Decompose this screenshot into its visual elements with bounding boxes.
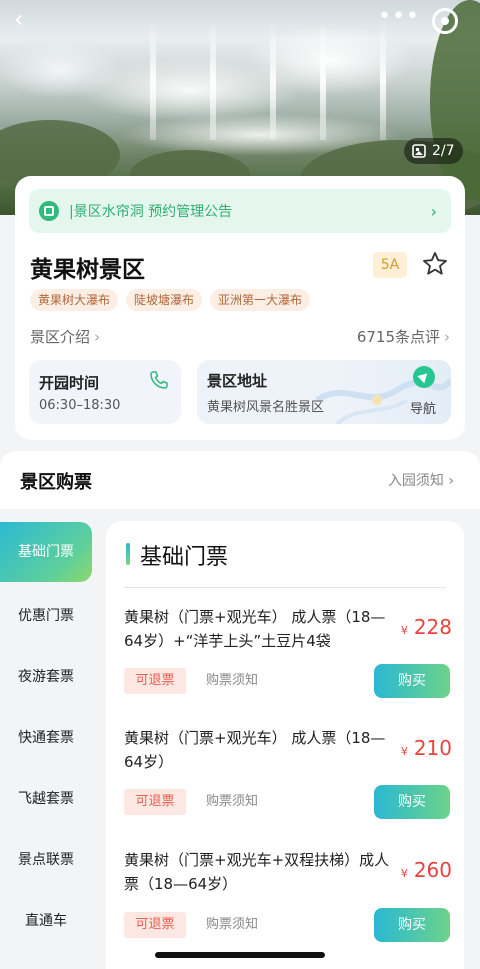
- buy-button[interactable]: 购买: [374, 785, 450, 819]
- opening-hours-box[interactable]: 开园时间 06:30–18:30: [29, 360, 181, 424]
- sidebar-item-fast-pass[interactable]: 快通套票: [0, 708, 92, 768]
- close-mini-program-icon[interactable]: [432, 8, 458, 34]
- announcement-text: |景区水帘洞 预约管理公告: [69, 204, 233, 220]
- price-value: 228: [413, 615, 452, 639]
- more-icon[interactable]: •••: [378, 6, 419, 30]
- currency-symbol: ¥: [400, 867, 408, 880]
- ticket-price: ¥210: [401, 736, 452, 760]
- purchase-rules-link[interactable]: 购票须知: [206, 668, 258, 694]
- refundable-badge: 可退票: [124, 912, 186, 938]
- purchase-rules-link[interactable]: 购票须知: [206, 789, 258, 815]
- announcement-icon: [39, 201, 59, 221]
- navigation-label[interactable]: 导航: [410, 398, 436, 417]
- ticket-name: 黄果树（门票+观光车） 成人票（18—64岁）: [124, 729, 386, 771]
- scenic-info-card: |景区水帘洞 预约管理公告 › 黄果树景区 5A 黄果树大瀑布 陡坡塘瀑布 亚洲…: [15, 176, 465, 440]
- favorite-star-icon[interactable]: [421, 250, 449, 278]
- sidebar-item-combo[interactable]: 景点联票: [0, 830, 92, 890]
- ticket-list-card: 基础门票 黄果树（门票+观光车） 成人票（18—64岁）+“洋芋上头”土豆片4袋…: [106, 521, 464, 969]
- ticket-category-sidebar: 基础门票 优惠门票 夜游套票 快通套票 飞越套票 景点联票 直通车: [0, 509, 92, 969]
- address-label: 景区地址: [207, 372, 268, 390]
- back-icon[interactable]: ‹: [14, 7, 36, 31]
- sidebar-item-shuttle[interactable]: 直通车: [0, 891, 92, 951]
- buy-button[interactable]: 购买: [374, 908, 450, 942]
- navigation-icon[interactable]: [413, 366, 435, 388]
- ticket-section-header: 景区购票 入园须知 ›: [0, 451, 480, 509]
- reviews-link[interactable]: 6715条点评 ›: [357, 326, 450, 348]
- currency-symbol: ¥: [400, 745, 408, 758]
- chevron-right-icon: ›: [444, 328, 450, 346]
- sidebar-item-discount[interactable]: 优惠门票: [0, 586, 92, 646]
- entry-notice-label: 入园须知: [387, 473, 444, 489]
- intro-link[interactable]: 景区介绍 ›: [30, 326, 100, 348]
- scenic-title: 黄果树景区: [30, 257, 145, 283]
- refundable-badge: 可退票: [124, 668, 186, 694]
- price-value: 210: [413, 736, 452, 760]
- tag: 黄果树大瀑布: [30, 289, 119, 311]
- photo-count-text: 2/7: [432, 143, 455, 159]
- address-value: 黄果树风景名胜景区: [207, 400, 325, 415]
- chevron-right-icon: ›: [94, 328, 101, 346]
- phone-icon[interactable]: [149, 370, 169, 390]
- intro-label: 景区介绍: [30, 328, 91, 346]
- opening-hours-value: 06:30–18:30: [39, 398, 121, 413]
- sidebar-item-night-tour[interactable]: 夜游套票: [0, 647, 92, 707]
- announcement-banner[interactable]: |景区水帘洞 预约管理公告 ›: [29, 189, 451, 233]
- tag-list: 黄果树大瀑布 陡坡塘瀑布 亚洲第一大瀑布: [30, 289, 311, 311]
- photo-counter[interactable]: 2/7: [404, 138, 463, 164]
- refundable-badge: 可退票: [124, 789, 186, 815]
- address-box[interactable]: 景区地址 黄果树风景名胜景区 导航: [197, 360, 451, 424]
- opening-hours-label: 开园时间: [39, 374, 100, 392]
- divider: [124, 587, 446, 588]
- sidebar-item-basic[interactable]: 基础门票: [0, 522, 92, 582]
- chevron-right-icon: ›: [448, 473, 454, 489]
- ticket-name: 黄果树（门票+观光车+双程扶梯）成人票（18—64岁）: [124, 851, 390, 893]
- reviews-label: 6715条点评: [356, 328, 440, 346]
- ticket-name: 黄果树（门票+观光车） 成人票（18—64岁）+“洋芋上头”土豆片4袋: [124, 608, 386, 650]
- ticket-price: ¥260: [401, 858, 452, 882]
- category-title: 基础门票: [140, 545, 229, 570]
- level-badge: 5A: [373, 252, 407, 278]
- ticket-section-title: 景区购票: [20, 472, 92, 493]
- sidebar-item-flying[interactable]: 飞越套票: [0, 769, 92, 829]
- tag: 亚洲第一大瀑布: [210, 289, 311, 311]
- price-value: 260: [413, 858, 452, 882]
- chevron-right-icon: ›: [430, 201, 437, 221]
- intro-row: 景区介绍 › 6715条点评 ›: [30, 326, 450, 348]
- buy-button[interactable]: 购买: [374, 664, 450, 698]
- gallery-icon: [412, 144, 426, 158]
- purchase-rules-link[interactable]: 购票须知: [206, 912, 258, 938]
- ticket-price: ¥228: [401, 615, 452, 639]
- entry-notice-link[interactable]: 入园须知 ›: [388, 470, 454, 490]
- currency-symbol: ¥: [400, 624, 408, 637]
- title-accent-bar: [126, 543, 130, 565]
- tag: 陡坡塘瀑布: [126, 289, 203, 311]
- home-indicator: [155, 952, 325, 958]
